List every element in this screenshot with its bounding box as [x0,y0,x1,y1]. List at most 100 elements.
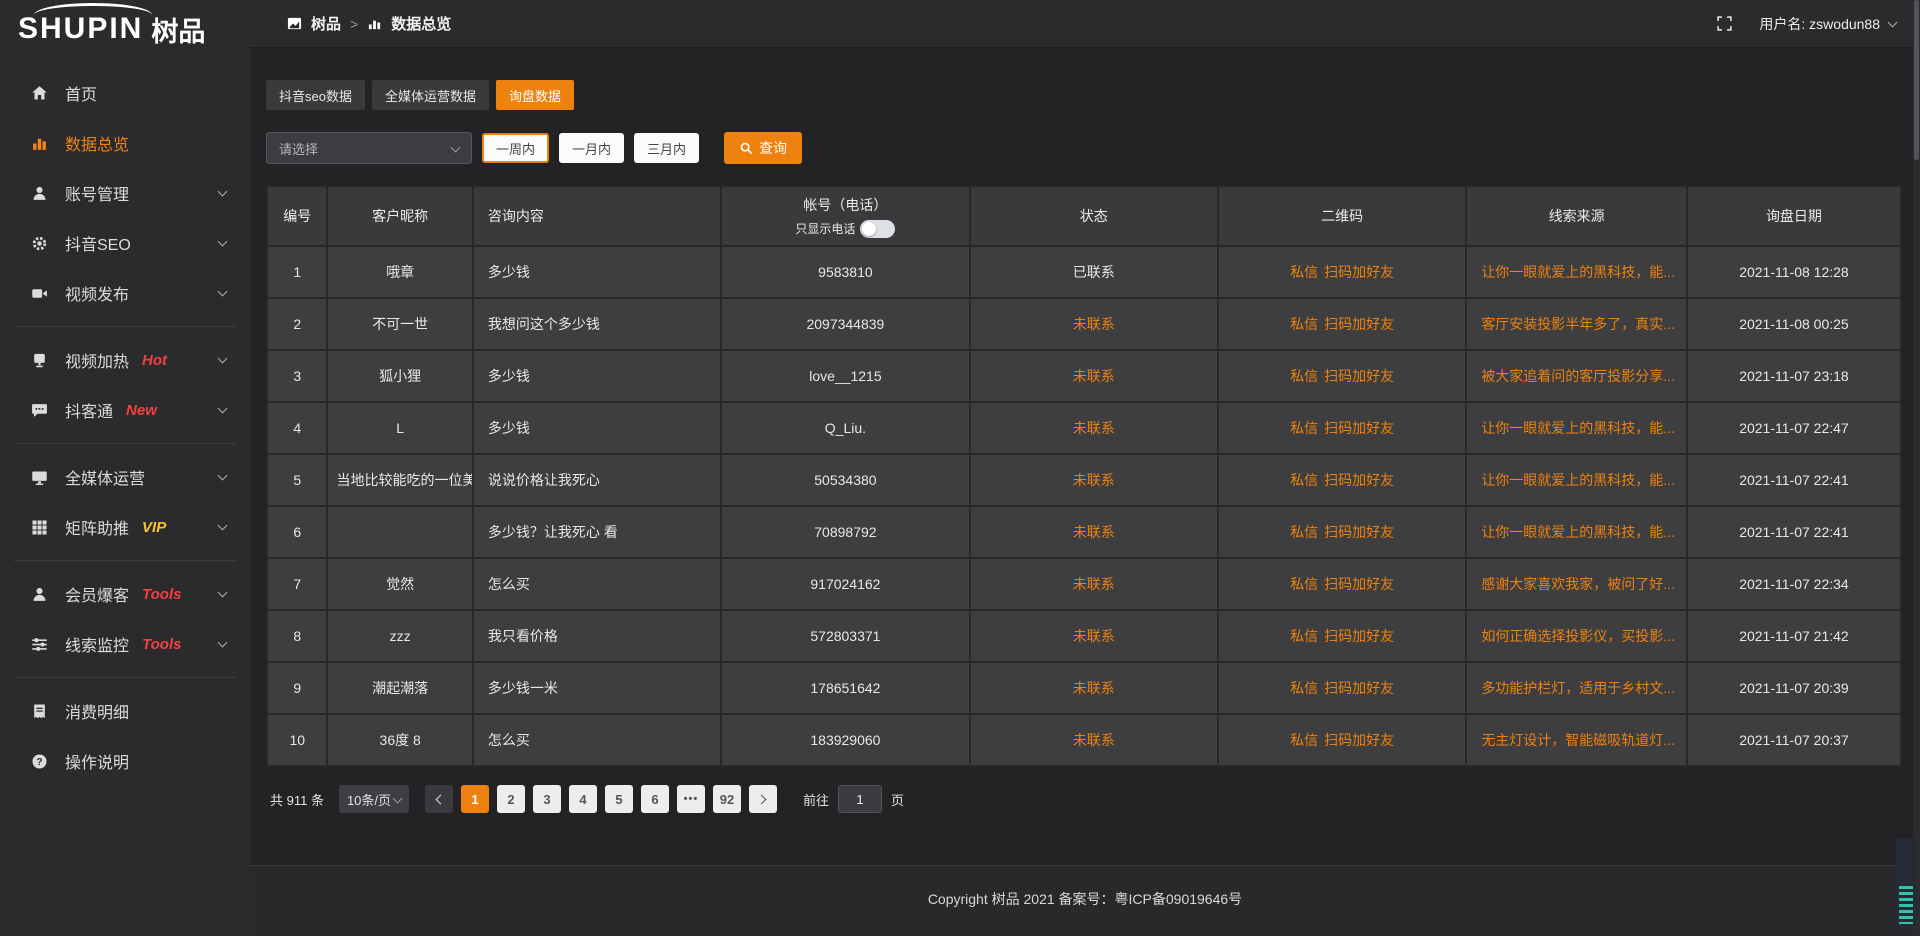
sidebar-item-chat[interactable]: 抖客通New [0,385,250,435]
sidebar-item-receipt[interactable]: 消费明细 [0,686,250,736]
sidebar-item-member[interactable]: 会员爆客Tools [0,569,250,619]
private-message-link[interactable]: 私信 [1290,472,1318,488]
next-page-button[interactable] [749,785,777,813]
fullscreen-icon[interactable] [1716,15,1733,32]
sidebar-item-user[interactable]: 账号管理 [0,168,250,218]
scan-add-friend-link[interactable]: 扫码加好友 [1324,524,1394,540]
page-button-5[interactable]: 5 [605,785,633,813]
page-button-2[interactable]: 2 [497,785,525,813]
page-button-6[interactable]: 6 [641,785,669,813]
more-pages-button[interactable]: ••• [677,785,705,813]
goto-page-input[interactable] [838,785,882,813]
scan-add-friend-link[interactable]: 扫码加好友 [1324,472,1394,488]
footer: Copyright 树品 2021 备案号：粤ICP备09019646号 [250,865,1920,936]
inquiry-content-cell: 我想问这个多少钱 [473,298,721,350]
logo-text-en: SHUPIN [18,12,143,46]
qrcode-cell: 私信扫码加好友 [1218,610,1466,662]
lead-source-link[interactable]: 感谢大家喜欢我家，被问了好... [1481,576,1675,592]
sidebar-item-video[interactable]: 视频发布 [0,268,250,318]
sidebar-item-home[interactable]: 首页 [0,68,250,118]
page-button-92[interactable]: 92 [713,785,741,813]
column-header: 询盘日期 [1687,186,1901,246]
private-message-link[interactable]: 私信 [1290,680,1318,696]
customer-nickname-cell: 狐小狸 [327,350,472,402]
phone-only-toggle[interactable] [860,220,895,238]
sidebar-item-label: 矩阵助推 [65,515,129,539]
page-button-3[interactable]: 3 [533,785,561,813]
inquiry-date-cell: 2021-11-08 12:28 [1687,246,1901,298]
qrcode-cell: 私信扫码加好友 [1218,714,1466,766]
private-message-link[interactable]: 私信 [1290,420,1318,436]
sidebar-item-gear[interactable]: 抖音SEO [0,218,250,268]
lead-source-link[interactable]: 让你一眼就爱上的黑科技，能... [1481,472,1675,488]
period-button-3[interactable]: 三月内 [634,133,699,163]
scrollbar-thumb[interactable] [1914,0,1919,160]
sidebar-item-heat[interactable]: 视频加热Hot [0,335,250,385]
inquiry-date-cell: 2021-11-07 20:39 [1687,662,1901,714]
toggle-knob [862,222,876,236]
sidebar-item-monitor[interactable]: 全媒体运营 [0,452,250,502]
question-icon: ? [30,753,49,770]
scan-add-friend-link[interactable]: 扫码加好友 [1324,420,1394,436]
scan-add-friend-link[interactable]: 扫码加好友 [1324,628,1394,644]
period-button-2[interactable]: 一月内 [559,133,624,163]
private-message-link[interactable]: 私信 [1290,316,1318,332]
breadcrumb-separator: > [350,16,358,32]
tab-1[interactable]: 抖音seo数据 [266,80,365,110]
page-button-1[interactable]: 1 [461,785,489,813]
sidebar-item-sliders[interactable]: 线索监控Tools [0,619,250,669]
private-message-link[interactable]: 私信 [1290,524,1318,540]
lead-source-link[interactable]: 被大家追着问的客厅投影分享... [1481,368,1675,384]
inquiry-date-cell: 2021-11-07 22:47 [1687,402,1901,454]
sidebar-item-chart[interactable]: 数据总览 [0,118,250,168]
lead-source-link[interactable]: 无主灯设计，智能磁吸轨道灯... [1481,732,1675,748]
breadcrumb-root[interactable]: 树品 [311,13,341,34]
app-icon [287,16,302,31]
status-cell: 未联系 [970,402,1218,454]
filter-select[interactable]: 请选择 [266,132,472,164]
private-message-link[interactable]: 私信 [1290,576,1318,592]
sidebar-item-grid[interactable]: 矩阵助推VIP [0,502,250,552]
brand-logo[interactable]: SHUPIN 树品 [0,0,250,58]
status-badge: 未联系 [1073,732,1115,748]
heat-icon [30,352,49,369]
page-scrollbar[interactable] [1913,0,1920,936]
user-menu[interactable]: 用户名: zswodun88 [1759,14,1896,34]
floating-tool-widget[interactable] [1896,838,1916,930]
customer-nickname-cell: zzz [327,610,472,662]
scan-add-friend-link[interactable]: 扫码加好友 [1324,368,1394,384]
prev-page-button[interactable] [425,785,453,813]
scan-add-friend-link[interactable]: 扫码加好友 [1324,264,1394,280]
lead-source-link[interactable]: 如何正确选择投影仪，买投影... [1481,628,1675,644]
status-badge: 未联系 [1073,524,1115,540]
private-message-link[interactable]: 私信 [1290,628,1318,644]
page-size-select[interactable]: 10条/页 [339,785,409,813]
sidebar-item-question[interactable]: ?操作说明 [0,736,250,786]
column-header: 线索来源 [1466,186,1687,246]
scan-add-friend-link[interactable]: 扫码加好友 [1324,576,1394,592]
row-index-cell: 6 [267,506,327,558]
lead-source-link[interactable]: 让你一眼就爱上的黑科技，能... [1481,264,1675,280]
page-button-4[interactable]: 4 [569,785,597,813]
scan-add-friend-link[interactable]: 扫码加好友 [1324,680,1394,696]
sidebar-item-label: 抖客通 [65,398,113,422]
private-message-link[interactable]: 私信 [1290,368,1318,384]
lead-source-cell: 被大家追着问的客厅投影分享... [1466,350,1687,402]
private-message-link[interactable]: 私信 [1290,732,1318,748]
account-cell: 9583810 [721,246,969,298]
lead-source-link[interactable]: 客厅安装投影半年多了，真实... [1481,316,1675,332]
lead-source-link[interactable]: 让你一眼就爱上的黑科技，能... [1481,524,1675,540]
lead-source-link[interactable]: 让你一眼就爱上的黑科技，能... [1481,420,1675,436]
receipt-icon [30,703,49,720]
inquiry-date-cell: 2021-11-07 22:41 [1687,454,1901,506]
query-button[interactable]: 查询 [724,132,802,164]
phone-only-toggle-row: 只显示电话 [730,220,960,238]
scan-add-friend-link[interactable]: 扫码加好友 [1324,316,1394,332]
lead-source-link[interactable]: 多功能护栏灯，适用于乡村文... [1481,680,1675,696]
tab-3[interactable]: 询盘数据 [496,80,574,110]
tab-2[interactable]: 全媒体运营数据 [372,80,489,110]
scan-add-friend-link[interactable]: 扫码加好友 [1324,732,1394,748]
private-message-link[interactable]: 私信 [1290,264,1318,280]
period-button-1[interactable]: 一周内 [482,133,549,163]
table-row: 5当地比较能吃的一位美女说说价格让我死心50534380未联系私信扫码加好友让你… [267,454,1901,506]
